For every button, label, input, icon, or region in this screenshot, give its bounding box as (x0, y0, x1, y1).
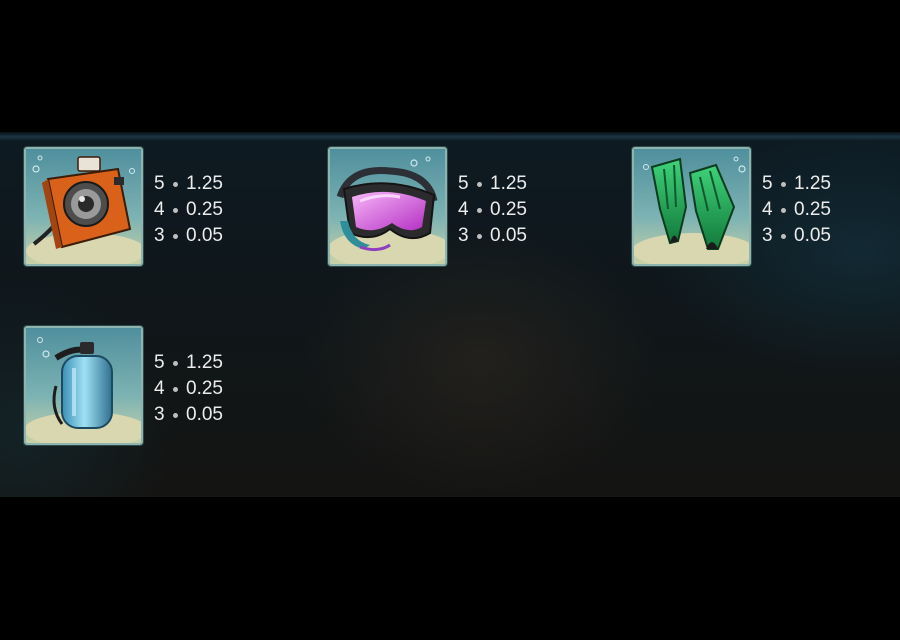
symbol-count: 4 (154, 378, 165, 399)
oxygen-tank-icon (26, 328, 141, 443)
paytable-entry-camera: 5 1.25 4 0.25 3 0.05 (24, 147, 264, 272)
payout-amount: 0.05 (490, 225, 527, 246)
symbol-tile-mask (328, 147, 447, 266)
symbol-tile-camera (24, 147, 143, 266)
payout-row: 4 0.25 (154, 197, 234, 223)
bullet-dot (477, 233, 482, 239)
payout-list-mask: 5 1.25 4 0.25 3 0.05 (458, 171, 538, 249)
bullet-dot (173, 207, 178, 213)
symbol-count: 4 (762, 199, 773, 220)
bullet-dot (173, 412, 178, 418)
payout-list-tank: 5 1.25 4 0.25 3 0.05 (154, 350, 234, 428)
symbol-count: 3 (762, 225, 773, 246)
payout-row: 3 0.05 (154, 402, 234, 428)
payout-amount: 1.25 (186, 173, 223, 194)
symbol-count: 3 (154, 225, 165, 246)
symbol-count: 4 (154, 199, 165, 220)
symbol-count: 5 (154, 173, 165, 194)
symbol-tile-fins (632, 147, 751, 266)
payout-row: 3 0.05 (762, 223, 842, 249)
payout-list-camera: 5 1.25 4 0.25 3 0.05 (154, 171, 234, 249)
payout-row: 4 0.25 (458, 197, 538, 223)
payout-row: 5 1.25 (458, 171, 538, 197)
symbol-count: 5 (458, 173, 469, 194)
paytable-entry-mask: 5 1.25 4 0.25 3 0.05 (328, 147, 568, 272)
symbol-count: 3 (154, 404, 165, 425)
bullet-dot (173, 360, 178, 366)
bullet-dot (781, 207, 786, 213)
payout-amount: 0.25 (794, 199, 831, 220)
bullet-dot (477, 181, 482, 187)
bullet-dot (173, 386, 178, 392)
payout-amount: 0.05 (186, 225, 223, 246)
bullet-dot (173, 233, 178, 239)
payout-amount: 0.05 (186, 404, 223, 425)
payout-row: 5 1.25 (154, 171, 234, 197)
symbol-count: 5 (154, 352, 165, 373)
bullet-dot (173, 181, 178, 187)
payout-amount: 0.05 (794, 225, 831, 246)
bullet-dot (781, 181, 786, 187)
symbol-count: 3 (458, 225, 469, 246)
diving-mask-icon (330, 149, 445, 264)
payout-amount: 1.25 (490, 173, 527, 194)
panel-top-edge (0, 132, 900, 141)
payout-amount: 0.25 (186, 378, 223, 399)
payout-row: 5 1.25 (762, 171, 842, 197)
paytable-entry-fins: 5 1.25 4 0.25 3 0.05 (632, 147, 872, 272)
payout-row: 4 0.25 (762, 197, 842, 223)
paytable-entry-tank: 5 1.25 4 0.25 3 0.05 (24, 326, 264, 451)
symbol-tile-tank (24, 326, 143, 445)
game-screen: 5 1.25 4 0.25 3 0.05 5 1.25 4 0.25 3 0.0… (0, 0, 900, 640)
underwater-camera-icon (26, 149, 141, 264)
bullet-dot (781, 233, 786, 239)
paytable-panel: 5 1.25 4 0.25 3 0.05 5 1.25 4 0.25 3 0.0… (0, 132, 900, 497)
symbol-count: 4 (458, 199, 469, 220)
payout-row: 4 0.25 (154, 376, 234, 402)
payout-amount: 1.25 (186, 352, 223, 373)
diving-fins-icon (634, 149, 749, 264)
payout-list-fins: 5 1.25 4 0.25 3 0.05 (762, 171, 842, 249)
payout-row: 3 0.05 (458, 223, 538, 249)
payout-amount: 0.25 (490, 199, 527, 220)
payout-row: 3 0.05 (154, 223, 234, 249)
bullet-dot (477, 207, 482, 213)
payout-amount: 1.25 (794, 173, 831, 194)
payout-amount: 0.25 (186, 199, 223, 220)
symbol-count: 5 (762, 173, 773, 194)
payout-row: 5 1.25 (154, 350, 234, 376)
